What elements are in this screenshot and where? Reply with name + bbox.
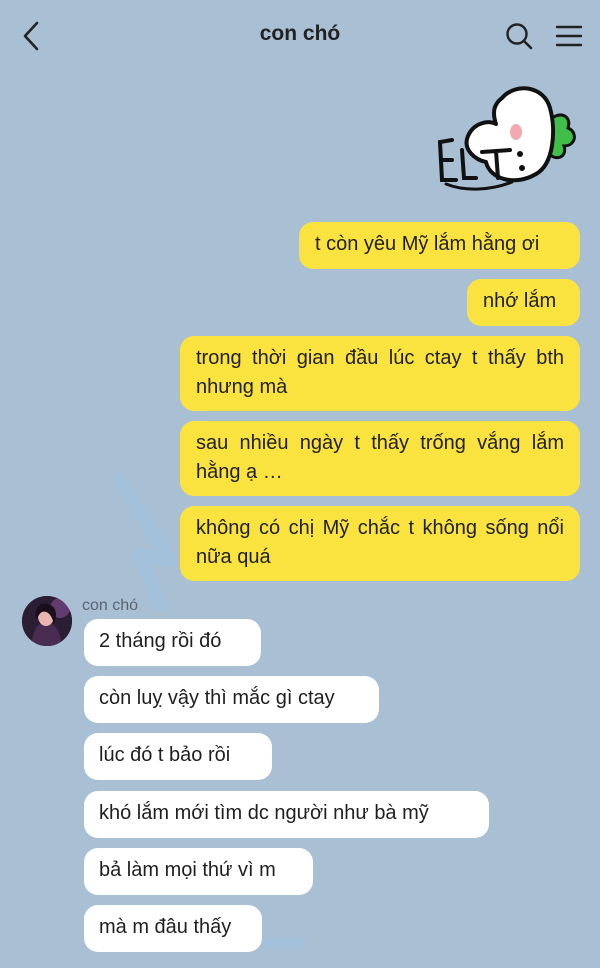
menu-icon bbox=[555, 25, 583, 47]
menu-button[interactable] bbox=[553, 20, 585, 52]
chevron-left-icon bbox=[23, 21, 39, 51]
chat-title: con chó bbox=[259, 22, 341, 45]
sent-message[interactable]: t còn yêu Mỹ lắm hằng ơi bbox=[299, 222, 580, 269]
bunny-sticker[interactable] bbox=[432, 80, 582, 198]
avatar[interactable] bbox=[22, 596, 72, 646]
back-button[interactable] bbox=[18, 18, 48, 54]
received-message[interactable]: lúc đó t bảo rồi bbox=[84, 733, 272, 780]
search-button[interactable] bbox=[503, 20, 535, 52]
sent-message[interactable]: sau nhiều ngày t thấy trống vắng lắm hằn… bbox=[180, 421, 580, 496]
profile-photo-icon bbox=[22, 596, 72, 646]
background-decoration-icon bbox=[264, 938, 306, 948]
received-message[interactable]: khó lắm mới tìm dc người như bà mỹ bbox=[84, 791, 489, 838]
chat-header: con chó bbox=[0, 0, 600, 72]
sent-message[interactable]: nhớ lắm bbox=[467, 279, 580, 326]
received-message[interactable]: còn luỵ vậy thì mắc gì ctay bbox=[84, 676, 379, 723]
search-icon bbox=[506, 23, 533, 50]
received-message[interactable]: bả làm mọi thứ vì m bbox=[84, 848, 313, 895]
sender-name: con chó bbox=[82, 597, 139, 614]
received-message[interactable]: 2 tháng rồi đó bbox=[84, 619, 261, 666]
bunny-sticker-icon bbox=[437, 86, 576, 191]
sent-message[interactable]: trong thời gian đầu lúc ctay t thấy bth … bbox=[180, 336, 580, 411]
received-message[interactable]: mà m đâu thấy bbox=[84, 905, 262, 952]
sent-message[interactable]: không có chị Mỹ chắc t không sống nổi nữ… bbox=[180, 506, 580, 581]
